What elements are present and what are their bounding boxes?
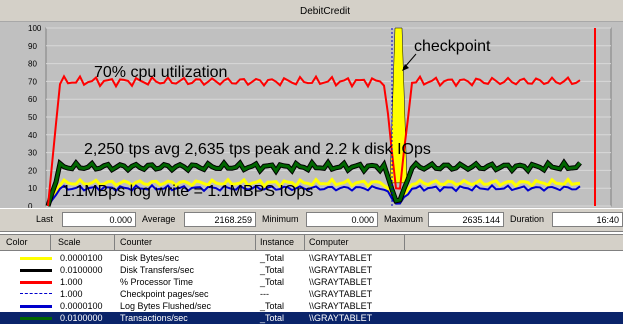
cell-scale: 0.0100000: [60, 313, 103, 323]
y-tick-label: 80: [28, 60, 37, 69]
legend-row[interactable]: 1.000 Checkpoint pages/sec --- \\GRAYTABLET: [0, 288, 623, 300]
cell-scale: 0.0000100: [60, 301, 103, 311]
y-tick-label: 90: [28, 42, 37, 51]
cell-computer: \\GRAYTABLET: [309, 253, 373, 263]
cell-counter: Checkpoint pages/sec: [120, 289, 209, 299]
duration-label: Duration: [510, 214, 545, 224]
legend-row[interactable]: 0.0100000 Transactions/sec _Total \\GRAYTAB…: [0, 312, 623, 324]
title-bar: DebitCredit: [0, 0, 623, 22]
cell-counter: Disk Bytes/sec: [120, 253, 180, 263]
header-scale[interactable]: Scale: [58, 237, 81, 247]
minimum-label: Minimum: [262, 214, 299, 224]
y-tick-label: 60: [28, 95, 37, 104]
annotation-log: 1.1MBps log write = 1.1MBPS IOps: [62, 183, 313, 200]
cell-computer: \\GRAYTABLET: [309, 289, 373, 299]
cell-computer: \\GRAYTABLET: [309, 301, 373, 311]
maximum-value: 2635.144: [428, 212, 504, 227]
cell-counter: Transactions/sec: [120, 313, 188, 323]
color-swatch: [20, 269, 52, 272]
cell-instance: _Total: [260, 301, 285, 311]
cell-counter: % Processor Time: [120, 277, 194, 287]
cell-instance: ---: [260, 289, 269, 299]
chart-title: DebitCredit: [300, 6, 351, 17]
cell-scale: 0.0000100: [60, 253, 103, 263]
color-swatch: [20, 305, 52, 308]
color-swatch: [20, 293, 52, 294]
y-tick-label: 20: [28, 166, 37, 175]
cell-instance: _Total: [260, 253, 285, 263]
legend-row[interactable]: 0.0000100 Log Bytes Flushed/sec _Total \\GR…: [0, 300, 623, 312]
last-value: 0.000: [62, 212, 136, 227]
cell-scale: 0.0100000: [60, 265, 103, 275]
y-tick-label: 70: [28, 77, 37, 86]
cell-instance: _Total: [260, 265, 285, 275]
header-color[interactable]: Color: [6, 237, 28, 247]
y-tick-label: 40: [28, 131, 37, 140]
color-swatch: [20, 257, 52, 260]
chart-canvas: 100908070605040302010070% cpu utilizatio…: [28, 24, 612, 208]
legend-row[interactable]: 0.0100000 Disk Transfers/sec _Total \\GRAYT…: [0, 264, 623, 276]
cell-computer: \\GRAYTABLET: [309, 277, 373, 287]
legend-row[interactable]: 0.0000100 Disk Bytes/sec _Total \\GRAYTABLE…: [0, 252, 623, 264]
y-tick-label: 10: [28, 184, 37, 193]
performance-chart: 100 90 80 70 60 50 40 30 20 10 0 70% cpu utilizatio…: [0, 22, 623, 208]
header-instance[interactable]: Instance: [260, 237, 294, 247]
stats-bar: Last 0.000 Average 2168.259 Minimum 0.00…: [0, 208, 623, 232]
header-counter[interactable]: Counter: [120, 237, 152, 247]
y-tick-label: 100: [28, 24, 42, 33]
y-tick-label: 50: [28, 113, 37, 122]
y-tick-label: 30: [28, 149, 37, 158]
annotation-checkpoint: checkpoint: [414, 38, 491, 55]
cell-computer: \\GRAYTABLET: [309, 265, 373, 275]
minimum-value: 0.000: [306, 212, 378, 227]
cell-scale: 1.000: [60, 277, 83, 287]
annotation-cpu: 70% cpu utilization: [94, 64, 227, 81]
cell-counter: Disk Transfers/sec: [120, 265, 195, 275]
cell-instance: _Total: [260, 313, 285, 323]
cell-counter: Log Bytes Flushed/sec: [120, 301, 212, 311]
legend-header: Color Scale Counter Instance Computer: [0, 235, 623, 251]
cell-scale: 1.000: [60, 289, 83, 299]
counter-legend[interactable]: Color Scale Counter Instance Computer 0.…: [0, 234, 623, 331]
annotation-tps: 2,250 tps avg 2,635 tps peak and 2.2 k d…: [84, 141, 431, 158]
color-swatch: [20, 317, 52, 320]
legend-row[interactable]: 1.000 % Processor Time _Total \\GRAYTABLET: [0, 276, 623, 288]
maximum-label: Maximum: [384, 214, 424, 224]
header-computer[interactable]: Computer: [309, 237, 349, 247]
last-label: Last: [36, 214, 54, 224]
average-value: 2168.259: [184, 212, 256, 227]
cell-instance: _Total: [260, 277, 285, 287]
cell-computer: \\GRAYTABLET: [309, 313, 373, 323]
color-swatch: [20, 281, 52, 284]
average-label: Average: [142, 214, 176, 224]
duration-value: 16:40: [552, 212, 623, 227]
